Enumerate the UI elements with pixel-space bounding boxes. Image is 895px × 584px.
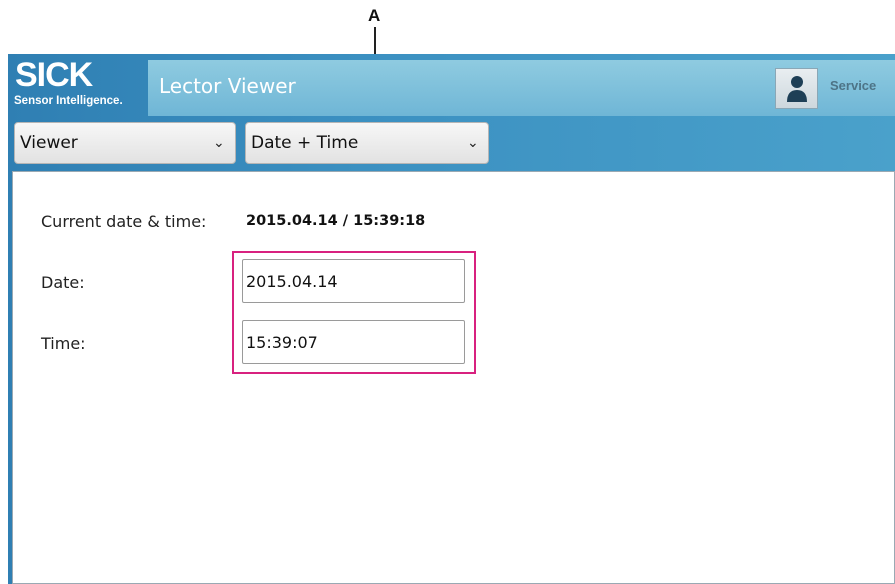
current-date-time-label: Current date & time: — [41, 212, 207, 231]
callout-b-highlight-box — [232, 251, 476, 374]
chevron-down-icon: ⌄ — [213, 135, 225, 151]
viewer-dropdown-label: Viewer — [20, 133, 78, 153]
date-time-dropdown-label: Date + Time — [251, 133, 359, 153]
app-title: Lector Viewer — [159, 74, 296, 98]
viewer-dropdown[interactable]: Viewer ⌄ — [14, 122, 236, 164]
content-panel: Current date & time: 2015.04.14 / 15:39:… — [12, 171, 895, 584]
user-icon — [787, 76, 807, 102]
logo-tagline: Sensor Intelligence. — [14, 95, 123, 107]
role-label[interactable]: Service — [830, 78, 876, 93]
logo-brand: SICK — [15, 56, 93, 94]
current-date-time-value: 2015.04.14 / 15:39:18 — [246, 213, 426, 229]
date-label: Date: — [41, 273, 85, 292]
chevron-down-icon: ⌄ — [467, 135, 479, 151]
sick-logo: SICK Sensor Intelligence. — [8, 54, 146, 114]
callout-a-label: A — [368, 6, 381, 25]
user-button[interactable] — [775, 68, 818, 109]
time-label: Time: — [41, 334, 86, 353]
date-time-dropdown[interactable]: Date + Time ⌄ — [245, 122, 489, 164]
title-bar: Lector Viewer Service — [148, 60, 895, 116]
